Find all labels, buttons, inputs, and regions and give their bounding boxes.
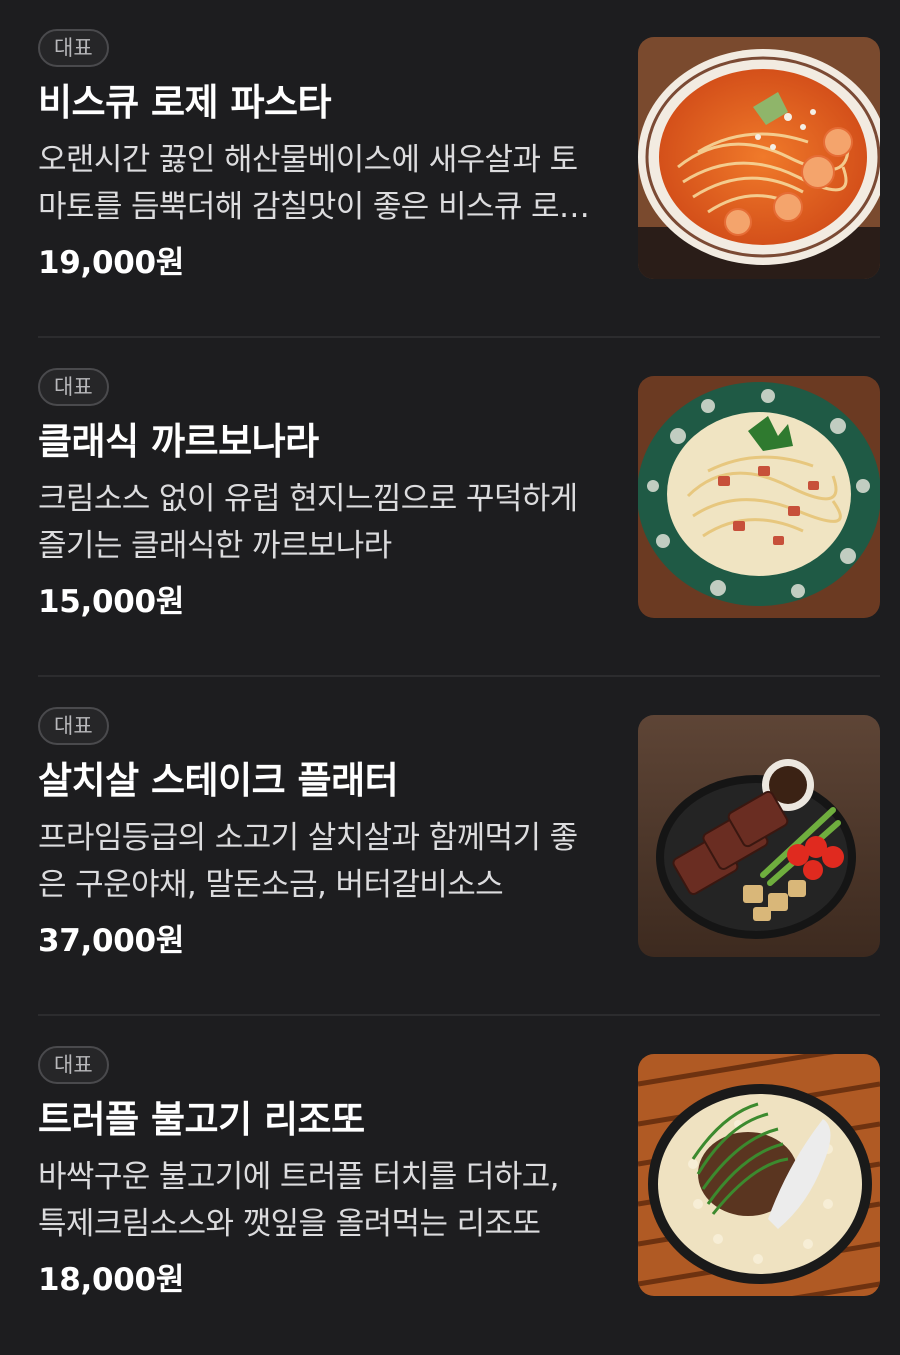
menu-item-price: 18,000원: [38, 1262, 185, 1298]
menu-item-name: 클래식 까르보나라: [38, 420, 319, 463]
menu-item-name: 살치살 스테이크 플래터: [38, 759, 399, 802]
menu-item[interactable]: 대표 살치살 스테이크 플래터 프라임등급의 소고기 살치살과 함께먹기 좋은 …: [0, 678, 900, 1016]
signature-badge: 대표: [38, 29, 109, 67]
menu-item-description: 프라임등급의 소고기 살치살과 함께먹기 좋은 구운야채, 말돈소금, 버터갈비…: [38, 820, 578, 903]
menu-item-price: 37,000원: [38, 923, 185, 959]
menu-item[interactable]: 대표 클래식 까르보나라 크림소스 없이 유럽 현지느낌으로 꾸덕하게 즐기는 …: [0, 339, 900, 677]
menu-item-name: 비스큐 로제 파스타: [38, 81, 332, 124]
menu-list: 대표 비스큐 로제 파스타 오랜시간 끓인 해산물베이스에 새우살과 토마토를 …: [0, 0, 900, 1334]
menu-item[interactable]: 대표 트러플 불고기 리조또 바싹구운 불고기에 트러플 터치를 더하고, 특제…: [0, 1017, 900, 1355]
steak-platter-image[interactable]: [638, 715, 880, 957]
menu-item[interactable]: 대표 비스큐 로제 파스타 오랜시간 끓인 해산물베이스에 새우살과 토마토를 …: [0, 0, 900, 338]
rose-pasta-image[interactable]: [638, 37, 880, 279]
menu-item-description: 오랜시간 끓인 해산물베이스에 새우살과 토마토를 듬뿍더해 감칠맛이 좋은 비…: [38, 142, 587, 225]
signature-badge: 대표: [38, 1046, 109, 1084]
item-divider: [38, 336, 880, 338]
menu-item-price: 15,000원: [38, 584, 185, 620]
menu-item-description: 크림소스 없이 유럽 현지느낌으로 꾸덕하게 즐기는 클래식한 까르보나라: [38, 481, 578, 564]
signature-badge: 대표: [38, 368, 109, 406]
carbonara-image[interactable]: [638, 376, 880, 618]
menu-item-price: 19,000원: [38, 245, 185, 281]
item-divider: [38, 1014, 880, 1016]
bulgogi-risotto-image[interactable]: [638, 1054, 880, 1296]
menu-item-name: 트러플 불고기 리조또: [38, 1098, 365, 1141]
signature-badge: 대표: [38, 707, 109, 745]
menu-item-description: 바싹구운 불고기에 트러플 터치를 더하고, 특제크림소스와 깻잎을 올려먹는 …: [38, 1159, 560, 1242]
item-divider: [38, 675, 880, 677]
